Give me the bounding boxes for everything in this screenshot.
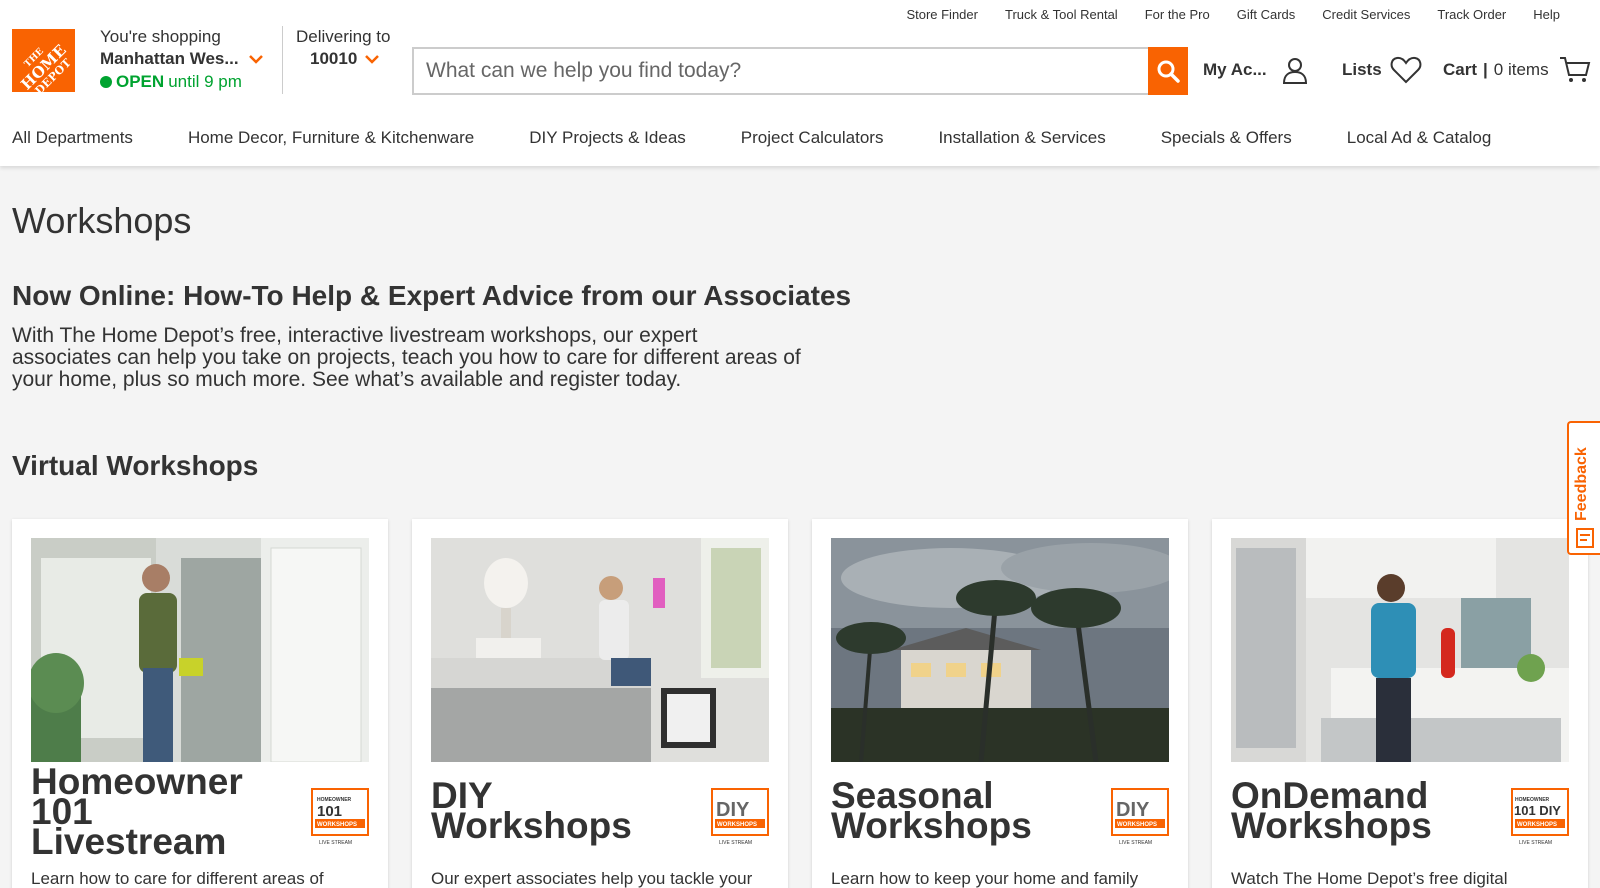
store-selector[interactable]: You're shopping Manhattan Wes... OPEN un…: [100, 27, 263, 92]
badge-foot: LIVE STREAM: [319, 840, 352, 846]
delivery-zip-row[interactable]: 10010: [296, 49, 391, 69]
workshop-image[interactable]: [31, 538, 369, 762]
homeowner-101-logo: HOMEOWNER 101 WORKSHOPS LIVE STREAM: [311, 788, 369, 846]
user-icon: [1282, 58, 1307, 84]
badge-foot: LIVE STREAM: [1119, 840, 1152, 846]
badge-sub: WORKSHOPS: [1117, 822, 1157, 828]
store-hours-text: until 9 pm: [168, 72, 242, 91]
cart-button[interactable]: Cart | 0 items: [1443, 56, 1591, 84]
cart-count: 0 items: [1493, 60, 1549, 79]
section-heading: Now Online: How-To Help & Expert Advice …: [12, 280, 852, 311]
home-depot-logo[interactable]: THE HOME DEPOT: [12, 29, 75, 92]
badge-main: 101 DIY: [1514, 803, 1561, 818]
workshop-image[interactable]: [1231, 538, 1569, 762]
workshop-card-seasonal[interactable]: Seasonal Workshops DIY WORKSHOPS LIVE ST…: [812, 519, 1188, 888]
delivery-label: Delivering to: [296, 27, 391, 46]
badge-foot: LIVE STREAM: [1519, 840, 1552, 846]
workshop-title[interactable]: Seasonal Workshops: [831, 777, 1061, 844]
workshop-card-diy[interactable]: DIY Workshops DIY WORKSHOPS LIVE STREAM …: [412, 519, 788, 888]
open-status-icon: [100, 76, 112, 88]
nav-project-calculators[interactable]: Project Calculators: [741, 128, 884, 148]
site-header: Store Finder Truck & Tool Rental For the…: [0, 0, 1600, 166]
cart-icon: [1559, 57, 1590, 82]
truck-tool-rental-link[interactable]: Truck & Tool Rental: [1005, 7, 1118, 22]
search-box: [412, 47, 1188, 95]
workshop-image[interactable]: [431, 538, 769, 762]
workshop-image[interactable]: [831, 538, 1169, 762]
badge-main: 101: [317, 803, 342, 820]
store-name: Manhattan Wes...: [100, 49, 239, 68]
workshop-description: Learn how to care for different areas of: [31, 869, 324, 888]
homeowner-101-diy-logo: HOMEOWNER 101 DIY WORKSHOPS LIVE STREAM: [1511, 788, 1569, 846]
workshop-card-homeowner-101[interactable]: Homeowner 101 Livestream HOMEOWNER 101 W…: [12, 519, 388, 888]
store-name-row[interactable]: Manhattan Wes...: [100, 49, 263, 69]
divider: [282, 26, 283, 94]
store-label: You're shopping: [100, 27, 221, 46]
logo-wordmark: THE HOME DEPOT: [12, 29, 75, 92]
workshop-title[interactable]: DIY Workshops: [431, 777, 661, 844]
workshop-description: Watch The Home Depot’s free digital: [1231, 869, 1508, 888]
for-the-pro-link[interactable]: For the Pro: [1145, 7, 1210, 22]
feedback-tab[interactable]: Feedback: [1567, 421, 1600, 555]
nav-installation-services[interactable]: Installation & Services: [938, 128, 1105, 148]
nav-diy-projects[interactable]: DIY Projects & Ideas: [529, 128, 686, 148]
virtual-workshops-heading: Virtual Workshops: [12, 450, 259, 481]
feedback-label: Feedback: [1573, 447, 1590, 521]
search-button[interactable]: [1148, 47, 1188, 95]
track-order-link[interactable]: Track Order: [1437, 7, 1506, 22]
lists-button[interactable]: Lists: [1342, 56, 1422, 84]
heart-icon: [1390, 56, 1422, 84]
feedback-icon: [1576, 528, 1594, 548]
gift-cards-link[interactable]: Gift Cards: [1237, 7, 1296, 22]
badge-sub: WORKSHOPS: [1517, 822, 1557, 828]
badge-foot: LIVE STREAM: [719, 840, 752, 846]
search-input[interactable]: [414, 49, 1188, 93]
open-status: OPEN: [116, 72, 165, 91]
badge-sub: WORKSHOPS: [317, 822, 357, 828]
cart-label: Cart: [1443, 60, 1478, 79]
diy-workshops-logo: DIY WORKSHOPS LIVE STREAM: [1111, 788, 1169, 846]
my-account-label: My Ac...: [1203, 60, 1267, 79]
cart-separator: |: [1483, 60, 1488, 79]
intro-text: With The Home Depot’s free, interactive …: [12, 324, 801, 391]
chevron-down-icon: [248, 54, 263, 64]
workshop-title[interactable]: OnDemand Workshops: [1231, 777, 1461, 844]
lists-label: Lists: [1342, 60, 1382, 79]
badge-main: DIY: [1116, 799, 1150, 821]
nav-specials-offers[interactable]: Specials & Offers: [1161, 128, 1292, 148]
chevron-down-icon: [365, 54, 380, 64]
store-hours: OPEN until 9 pm: [100, 72, 263, 92]
workshop-card-ondemand[interactable]: OnDemand Workshops HOMEOWNER 101 DIY WOR…: [1212, 519, 1588, 888]
search-icon: [1157, 60, 1180, 83]
delivery-zip: 10010: [310, 49, 358, 68]
main-nav: All Departments Home Decor, Furniture & …: [12, 128, 1491, 148]
store-finder-link[interactable]: Store Finder: [906, 7, 978, 22]
badge-main: DIY: [716, 799, 750, 821]
credit-services-link[interactable]: Credit Services: [1322, 7, 1410, 22]
delivery-zip-selector[interactable]: Delivering to 10010: [296, 27, 391, 69]
page-title: Workshops: [12, 200, 192, 241]
help-link[interactable]: Help: [1533, 7, 1560, 22]
diy-workshops-logo: DIY WORKSHOPS LIVE STREAM: [711, 788, 769, 846]
workshop-title[interactable]: Homeowner 101 Livestream: [31, 763, 261, 860]
nav-all-departments[interactable]: All Departments: [12, 128, 133, 148]
utility-nav: Store Finder Truck & Tool Rental For the…: [906, 7, 1560, 22]
nav-home-decor[interactable]: Home Decor, Furniture & Kitchenware: [188, 128, 474, 148]
my-account-button[interactable]: My Ac...: [1203, 56, 1309, 84]
nav-local-ad[interactable]: Local Ad & Catalog: [1347, 128, 1492, 148]
workshop-description: Learn how to keep your home and family: [831, 869, 1139, 888]
workshop-description: Our expert associates help you tackle yo…: [431, 869, 753, 888]
badge-sub: WORKSHOPS: [717, 822, 757, 828]
